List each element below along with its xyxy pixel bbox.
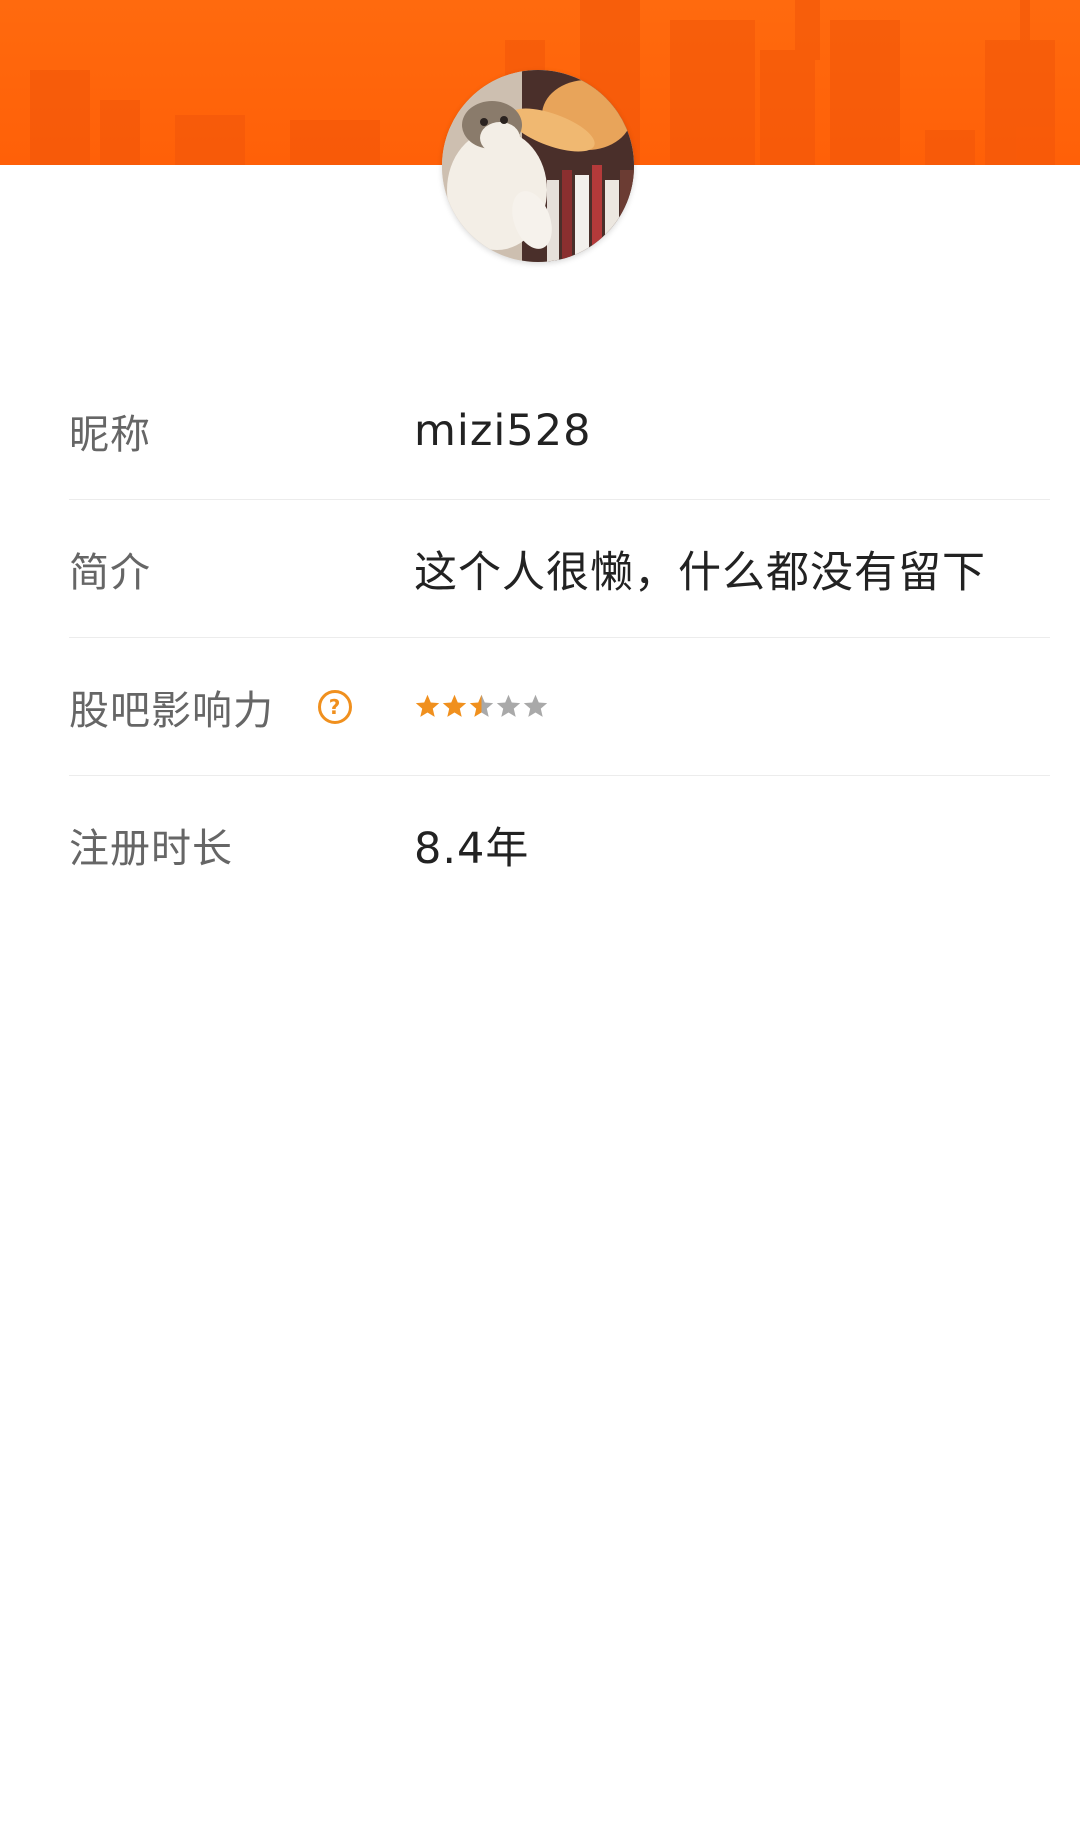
registration-value: 8.4年	[414, 823, 530, 874]
nickname-value: mizi528	[414, 405, 592, 456]
nickname-label: 昵称	[69, 411, 151, 458]
row-bio: 简介 这个人很懒，什么都没有留下	[69, 500, 1050, 638]
star-icon	[496, 694, 521, 717]
star-icon	[523, 694, 548, 717]
bio-value: 这个人很懒，什么都没有留下	[414, 547, 986, 598]
influence-label: 股吧影响力	[69, 687, 274, 734]
row-nickname: 昵称 mizi528	[69, 362, 1050, 500]
bio-label: 简介	[69, 549, 151, 596]
row-influence: 股吧影响力 ?	[69, 638, 1050, 776]
user-avatar[interactable]	[442, 70, 634, 262]
star-icon	[469, 694, 494, 717]
row-registration: 注册时长 8.4年	[69, 776, 1050, 913]
profile-page: 昵称 mizi528 简介 这个人很懒，什么都没有留下 股吧影响力 ? 注册时长…	[0, 0, 1080, 1830]
profile-info-list: 昵称 mizi528 简介 这个人很懒，什么都没有留下 股吧影响力 ? 注册时长…	[69, 362, 1050, 913]
question-circle-icon[interactable]: ?	[318, 689, 352, 724]
star-icon	[415, 694, 440, 717]
cat-photo-avatar	[442, 70, 634, 262]
influence-rating-stars	[414, 693, 549, 720]
registration-label: 注册时长	[69, 825, 233, 872]
star-icon	[442, 694, 467, 717]
influence-label-wrap: 股吧影响力 ?	[69, 678, 414, 736]
